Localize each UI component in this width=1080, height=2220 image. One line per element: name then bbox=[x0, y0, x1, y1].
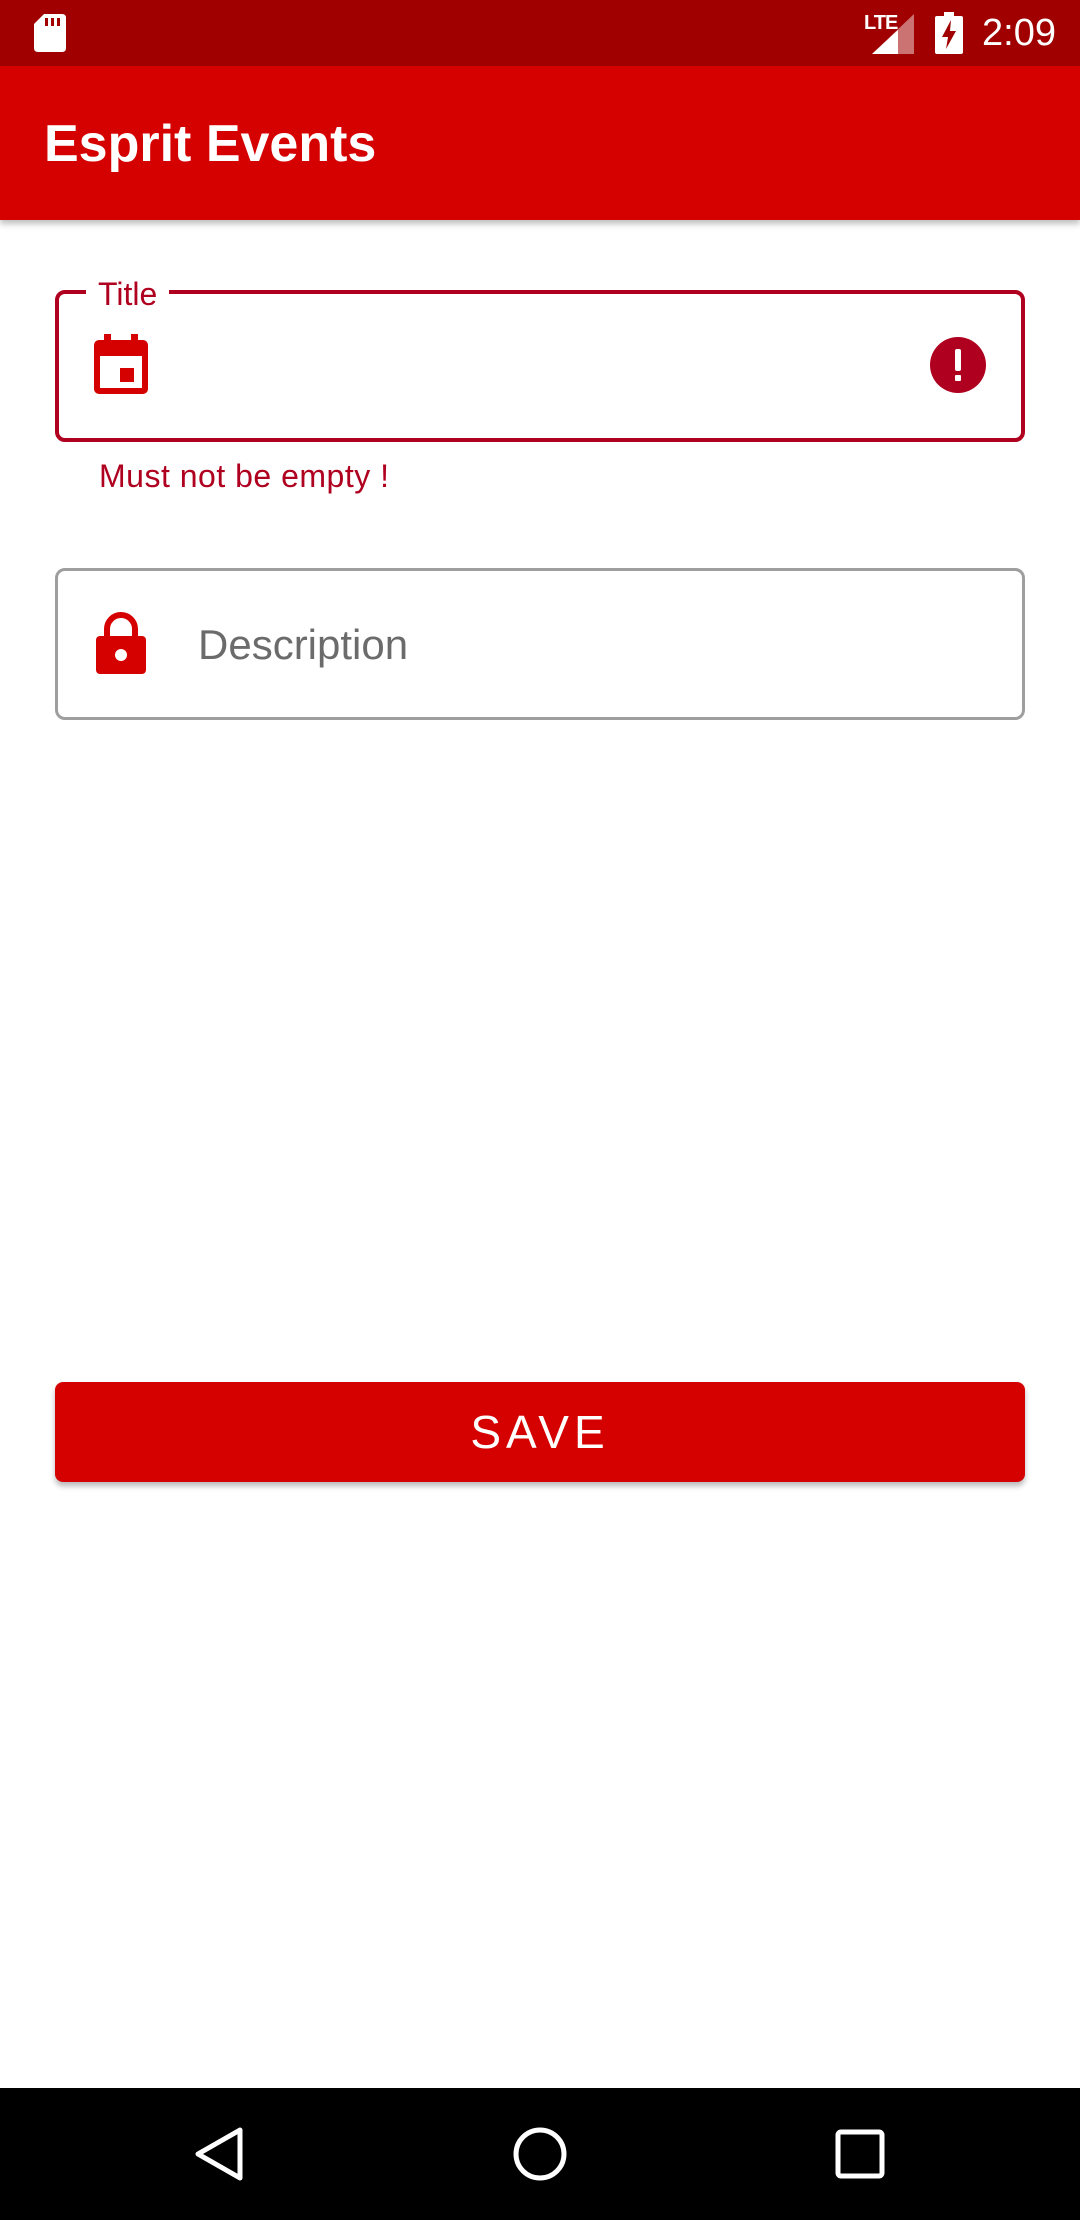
title-input[interactable] bbox=[196, 330, 900, 402]
description-input[interactable] bbox=[196, 608, 1000, 682]
save-button[interactable]: SAVE bbox=[55, 1382, 1025, 1482]
app-bar: Esprit Events bbox=[0, 66, 1080, 220]
title-error-message: Must not be empty ! bbox=[99, 458, 390, 494]
lock-icon bbox=[96, 612, 146, 674]
sd-card-icon bbox=[34, 14, 66, 52]
home-icon[interactable] bbox=[512, 2126, 568, 2182]
app-title: Esprit Events bbox=[44, 115, 377, 173]
status-bar: LTE 2:09 bbox=[0, 0, 1080, 66]
back-icon[interactable] bbox=[192, 2126, 248, 2182]
clock: 2:09 bbox=[982, 12, 1056, 54]
battery-charging-icon bbox=[935, 12, 963, 54]
signal-icon bbox=[872, 14, 914, 54]
title-field-label: Title bbox=[86, 274, 170, 314]
recents-icon[interactable] bbox=[834, 2128, 886, 2180]
error-icon bbox=[930, 337, 986, 393]
calendar-icon bbox=[94, 334, 148, 394]
